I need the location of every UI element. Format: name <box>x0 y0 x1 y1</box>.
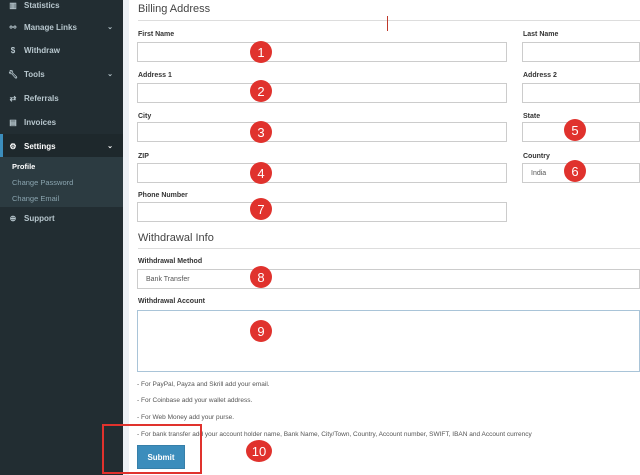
sidebar-item-label: Settings <box>24 141 56 151</box>
zip-input[interactable] <box>137 163 507 183</box>
wrench-icon: 🔧︎ <box>8 69 19 79</box>
address2-input[interactable] <box>522 83 640 103</box>
city-label: City <box>138 113 152 120</box>
city-input[interactable] <box>137 122 507 142</box>
country-label: Country <box>523 153 550 160</box>
sidebar-item-label: Referrals <box>24 93 59 103</box>
submenu-item-change-password[interactable]: Change Password <box>12 178 73 187</box>
last-name-input[interactable] <box>522 42 640 62</box>
step-marker-4: 4 <box>250 162 272 184</box>
first-name-label: First Name <box>138 31 175 38</box>
address2-label: Address 2 <box>523 72 557 79</box>
submenu-item-profile[interactable]: Profile <box>12 162 35 171</box>
step-marker-3: 3 <box>250 121 272 143</box>
sidebar: ▥ Statistics ⚯ Manage Links ⌄ $ Withdraw… <box>0 0 123 475</box>
file-icon: ▤ <box>9 117 17 127</box>
withdrawal-section-title: Withdrawal Info <box>138 232 214 244</box>
sidebar-item-referrals[interactable]: ⇄ Referrals <box>0 86 123 110</box>
cogs-icon: ⚙ <box>9 141 17 151</box>
step-marker-9: 9 <box>250 320 272 342</box>
divider <box>138 20 640 21</box>
submenu-item-change-email[interactable]: Change Email <box>12 194 59 203</box>
chevron-down-icon: ⌄ <box>107 24 113 31</box>
withdrawal-method-value: Bank Transfer <box>146 275 190 283</box>
sidebar-item-label: Statistics <box>24 0 60 10</box>
help-note-coinbase: - For Coinbase add your wallet address. <box>137 397 253 404</box>
step-marker-6: 6 <box>564 160 586 182</box>
sidebar-item-label: Withdraw <box>24 45 60 55</box>
step-marker-5: 5 <box>564 119 586 141</box>
submit-button[interactable]: Submit <box>137 445 185 469</box>
withdrawal-account-textarea[interactable] <box>137 310 640 372</box>
sidebar-item-withdraw[interactable]: $ Withdraw <box>0 38 123 62</box>
billing-section-title: Billing Address <box>138 3 211 15</box>
phone-input[interactable] <box>137 202 507 222</box>
step-marker-7: 7 <box>250 198 272 220</box>
help-note-paypal: - For PayPal, Payza and Skrill add your … <box>137 381 270 388</box>
zip-label: ZIP <box>138 153 149 160</box>
chart-icon: ▥ <box>9 0 17 10</box>
dollar-icon: $ <box>10 45 16 55</box>
phone-label: Phone Number <box>138 192 188 199</box>
divider <box>138 248 640 249</box>
sidebar-item-tools[interactable]: 🔧︎ Tools ⌄ <box>0 62 123 86</box>
country-value: India <box>531 169 547 177</box>
sidebar-item-settings[interactable]: ⚙ Settings ⌄ <box>0 134 123 158</box>
lifebuoy-icon: ⊕ <box>9 213 17 223</box>
settings-submenu: Profile Change Password Change Email <box>0 157 123 207</box>
last-name-label: Last Name <box>523 31 559 38</box>
withdrawal-method-label: Withdrawal Method <box>138 258 203 265</box>
sidebar-item-label: Tools <box>24 69 45 79</box>
address1-input[interactable] <box>137 83 507 103</box>
sidebar-item-invoices[interactable]: ▤ Invoices <box>0 110 123 134</box>
chevron-down-icon: ⌄ <box>107 71 113 78</box>
step-marker-8: 8 <box>250 266 272 288</box>
step-marker-1: 1 <box>250 41 272 63</box>
sidebar-item-label: Manage Links <box>24 22 77 32</box>
withdrawal-account-label: Withdrawal Account <box>138 298 205 305</box>
help-note-webmoney: - For Web Money add your purse. <box>137 414 235 421</box>
text-cursor <box>387 16 388 31</box>
address1-label: Address 1 <box>138 72 172 79</box>
withdrawal-method-select[interactable]: Bank Transfer <box>137 269 640 289</box>
step-marker-10: 10 <box>246 440 272 462</box>
sidebar-item-manage-links[interactable]: ⚯ Manage Links ⌄ <box>0 15 123 39</box>
sidebar-item-label: Support <box>24 213 55 223</box>
sidebar-item-label: Invoices <box>24 117 57 127</box>
state-label: State <box>523 113 541 120</box>
step-marker-2: 2 <box>250 80 272 102</box>
link-icon: ⚯ <box>9 22 17 32</box>
sidebar-item-support[interactable]: ⊕ Support <box>0 206 123 230</box>
exchange-icon: ⇄ <box>9 93 17 103</box>
first-name-input[interactable] <box>137 42 507 62</box>
chevron-down-icon: ⌄ <box>107 143 113 150</box>
